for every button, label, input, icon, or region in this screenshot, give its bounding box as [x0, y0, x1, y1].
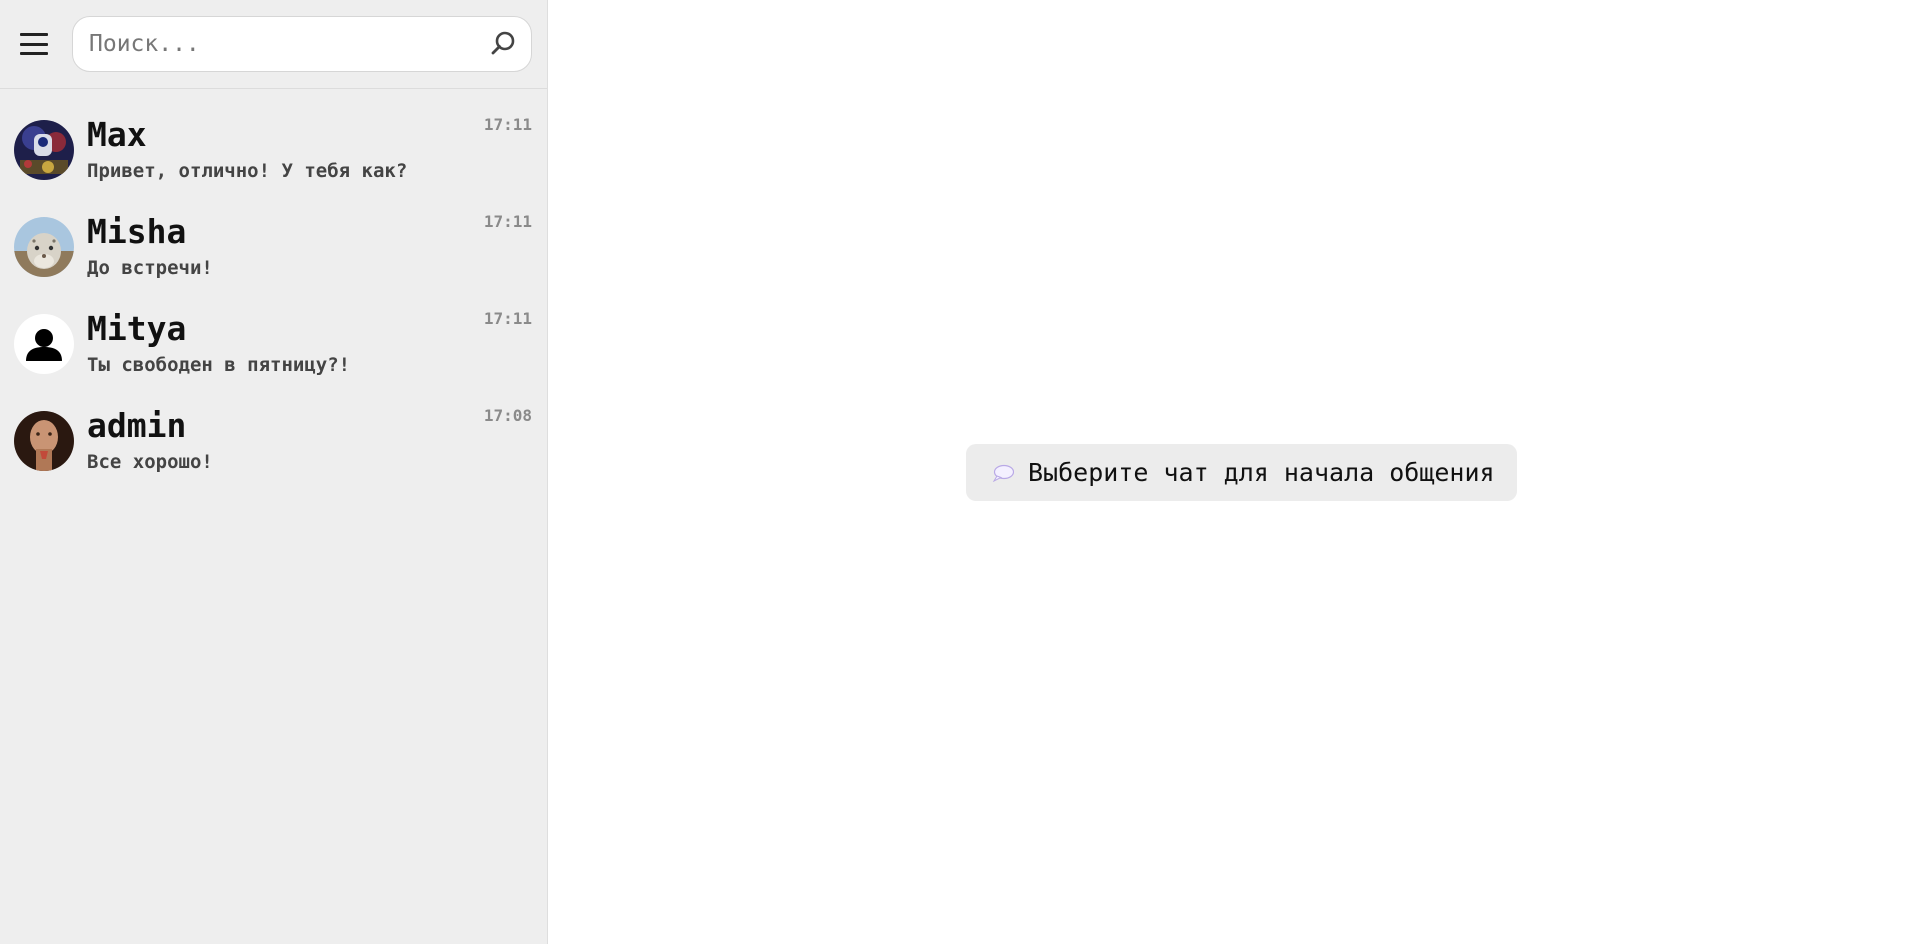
avatar — [14, 216, 74, 277]
avatar — [14, 410, 74, 471]
chat-time: 17:11 — [483, 309, 532, 328]
chat-text: Misha До встречи! — [87, 211, 213, 279]
chat-item-mitya[interactable]: Mitya Ты свободен в пятницу?! 17:11 — [0, 295, 547, 392]
messenger-app: Max Привет, отлично! У тебя как? 17:11 — [0, 0, 1918, 944]
avatar — [14, 313, 74, 374]
chat-item-max[interactable]: Max Привет, отлично! У тебя как? 17:11 — [0, 101, 547, 198]
menu-icon-bar — [20, 42, 48, 46]
chat-preview: Привет, отлично! У тебя как? — [87, 159, 408, 182]
chat-text: Max Привет, отлично! У тебя как? — [87, 114, 408, 182]
menu-icon-bar — [20, 52, 48, 55]
search-icon[interactable] — [489, 30, 517, 58]
menu-icon-bar — [20, 33, 48, 36]
chat-list: Max Привет, отлично! У тебя как? 17:11 M… — [0, 89, 547, 489]
menu-icon[interactable] — [20, 29, 50, 59]
search-box — [72, 16, 532, 72]
avatar — [14, 119, 74, 180]
chat-area: Выберите чат для начала общения — [548, 0, 1918, 944]
chat-text: admin Все хорошо! — [87, 405, 213, 473]
chat-name: Misha — [87, 211, 187, 251]
chat-item-admin[interactable]: admin Все хорошо! 17:08 — [0, 392, 547, 489]
empty-chat-text: Выберите чат для начала общения — [1028, 458, 1495, 487]
chat-name: Mitya — [87, 308, 187, 348]
chat-time: 17:11 — [483, 115, 532, 134]
chat-preview: Все хорошо! — [87, 450, 213, 473]
search-input[interactable] — [89, 31, 489, 57]
chat-time: 17:11 — [483, 212, 532, 231]
sidebar: Max Привет, отлично! У тебя как? 17:11 — [0, 0, 548, 944]
chat-preview: Ты свободен в пятницу?! — [87, 353, 351, 376]
chat-name: Max — [87, 114, 147, 154]
chat-text: Mitya Ты свободен в пятницу?! — [87, 308, 351, 376]
chat-name: admin — [87, 405, 187, 445]
chat-time: 17:08 — [483, 406, 532, 425]
empty-chat-message: Выберите чат для начала общения — [966, 444, 1517, 501]
sidebar-header — [0, 0, 547, 89]
chat-item-misha[interactable]: Misha До встречи! 17:11 — [0, 198, 547, 295]
speech-bubble-icon — [992, 464, 1014, 482]
chat-preview: До встречи! — [87, 256, 213, 279]
